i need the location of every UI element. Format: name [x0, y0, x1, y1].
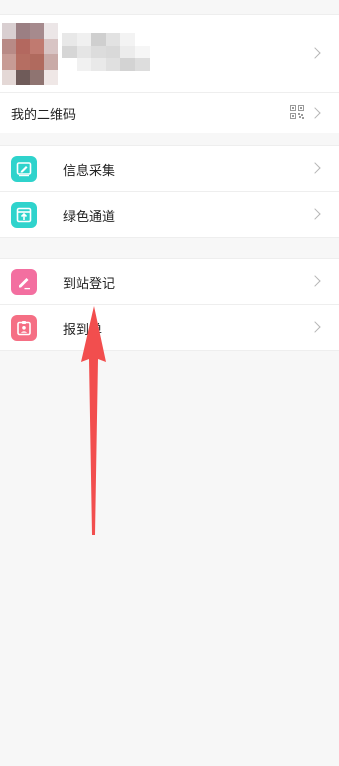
menu-item-registration-form[interactable]: 报到单 [0, 304, 339, 350]
menu-group-1: 信息采集 绿色通道 [0, 145, 339, 238]
chevron-right-icon [309, 162, 321, 174]
my-qr-code-label: 我的二维码 [11, 108, 77, 123]
chevron-right-icon [309, 208, 321, 220]
menu-item-label: 报到单 [63, 323, 103, 338]
qr-code-icon [290, 105, 304, 119]
badge-icon [11, 315, 37, 341]
menu-item-green-channel[interactable]: 绿色通道 [0, 191, 339, 237]
avatar [2, 23, 58, 85]
my-qr-code-row[interactable]: 我的二维码 [0, 92, 339, 133]
edit-form-icon [11, 156, 37, 182]
green-channel-icon [11, 202, 37, 228]
menu-item-station-registration[interactable]: 到站登记 [0, 259, 339, 304]
menu-item-label: 到站登记 [63, 277, 116, 292]
menu-item-info-collection[interactable]: 信息采集 [0, 146, 339, 191]
menu-item-label: 信息采集 [63, 164, 116, 179]
chevron-right-icon [309, 275, 321, 287]
menu-group-2: 到站登记 报到单 [0, 258, 339, 351]
chevron-right-icon [309, 321, 321, 333]
username-blurred [62, 33, 150, 71]
profile-card[interactable] [0, 14, 339, 92]
chevron-right-icon [309, 107, 321, 119]
mine-screen: 我的二维码 信息采集 绿色通道 到站登记 报到单 [0, 0, 339, 766]
pencil-icon [11, 269, 37, 295]
chevron-right-icon [309, 47, 321, 59]
menu-item-label: 绿色通道 [63, 210, 116, 225]
